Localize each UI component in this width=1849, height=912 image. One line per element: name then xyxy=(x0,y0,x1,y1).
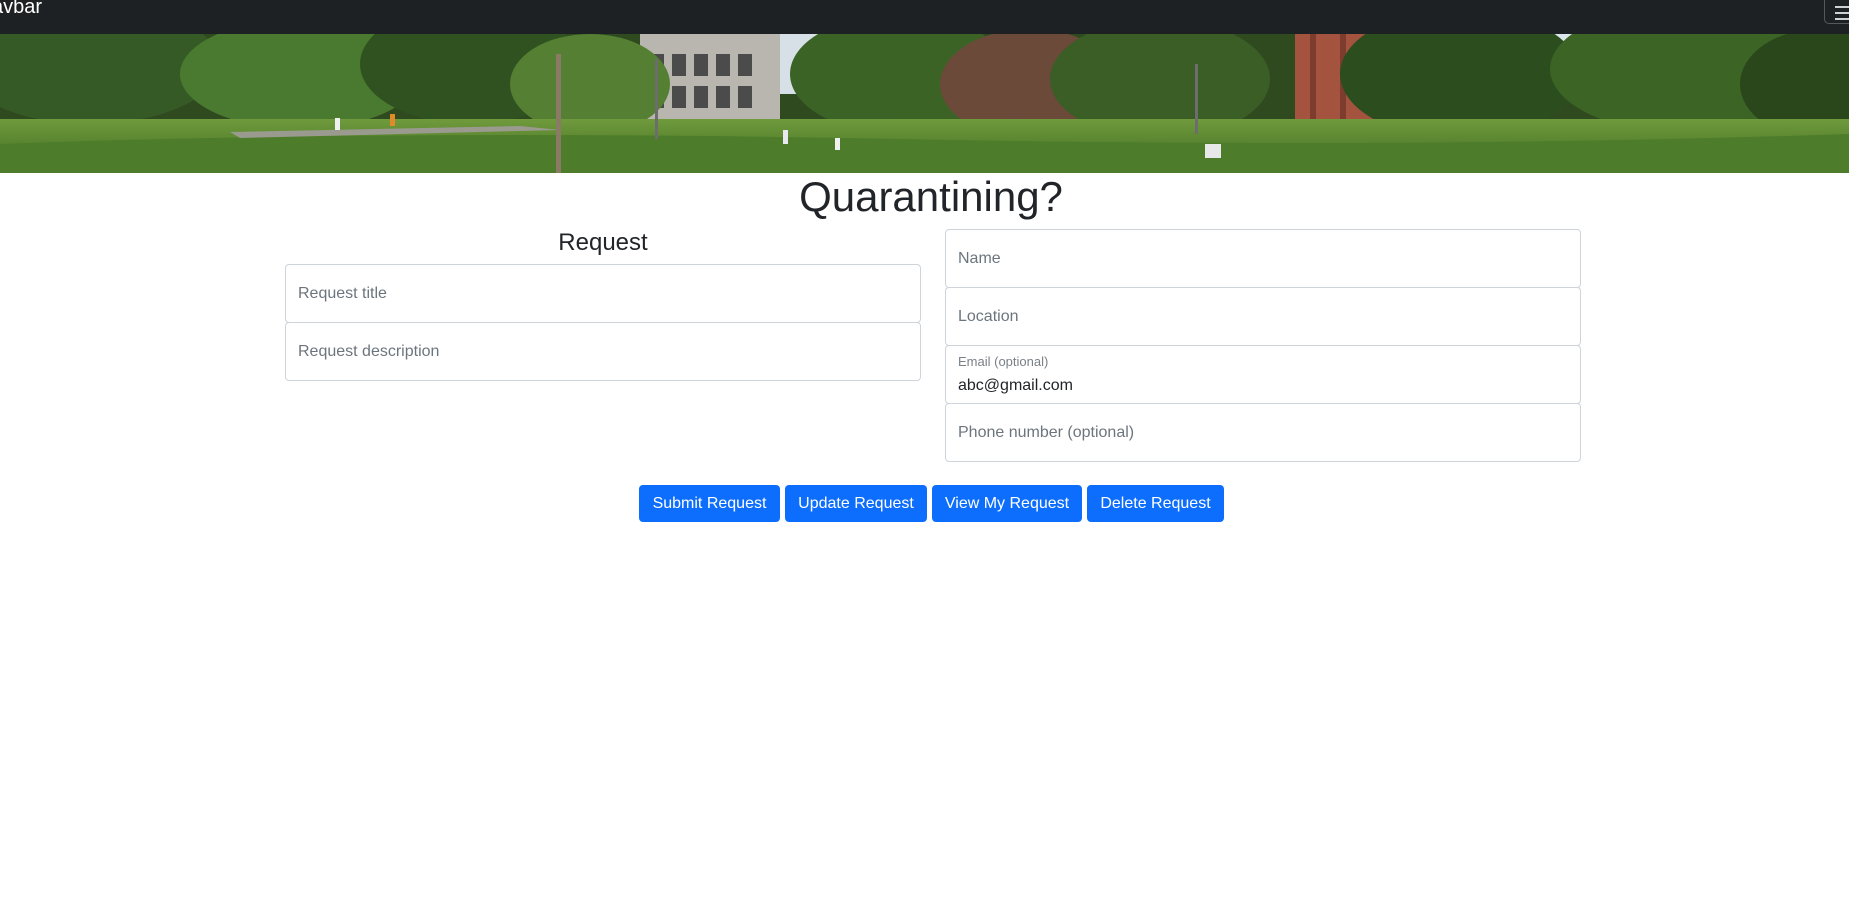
request-title-input[interactable] xyxy=(286,265,920,322)
name-input[interactable] xyxy=(946,230,1580,287)
location-input[interactable] xyxy=(946,288,1580,345)
request-description-field[interactable] xyxy=(285,322,921,381)
campus-banner-image xyxy=(0,34,1849,173)
email-input[interactable] xyxy=(946,346,1580,403)
action-buttons: Submit Request Update Request View My Re… xyxy=(639,485,1224,522)
request-description-input[interactable] xyxy=(286,323,920,380)
name-field[interactable] xyxy=(945,229,1581,288)
view-my-request-button[interactable]: View My Request xyxy=(932,485,1082,522)
request-heading: Request xyxy=(558,229,648,256)
navbar-toggler-button[interactable] xyxy=(1824,0,1849,24)
page-title: Quarantining? xyxy=(799,173,1063,220)
phone-field[interactable] xyxy=(945,403,1581,462)
update-request-button[interactable]: Update Request xyxy=(785,485,927,522)
email-field[interactable]: Email (optional) xyxy=(945,345,1581,404)
submit-request-button[interactable]: Submit Request xyxy=(639,485,780,522)
request-title-field[interactable] xyxy=(285,264,921,323)
phone-input[interactable] xyxy=(946,404,1580,461)
location-field[interactable] xyxy=(945,287,1581,346)
navbar-brand[interactable]: avbar xyxy=(0,0,42,17)
navbar: avbar xyxy=(0,0,1849,34)
delete-request-button[interactable]: Delete Request xyxy=(1087,485,1224,522)
